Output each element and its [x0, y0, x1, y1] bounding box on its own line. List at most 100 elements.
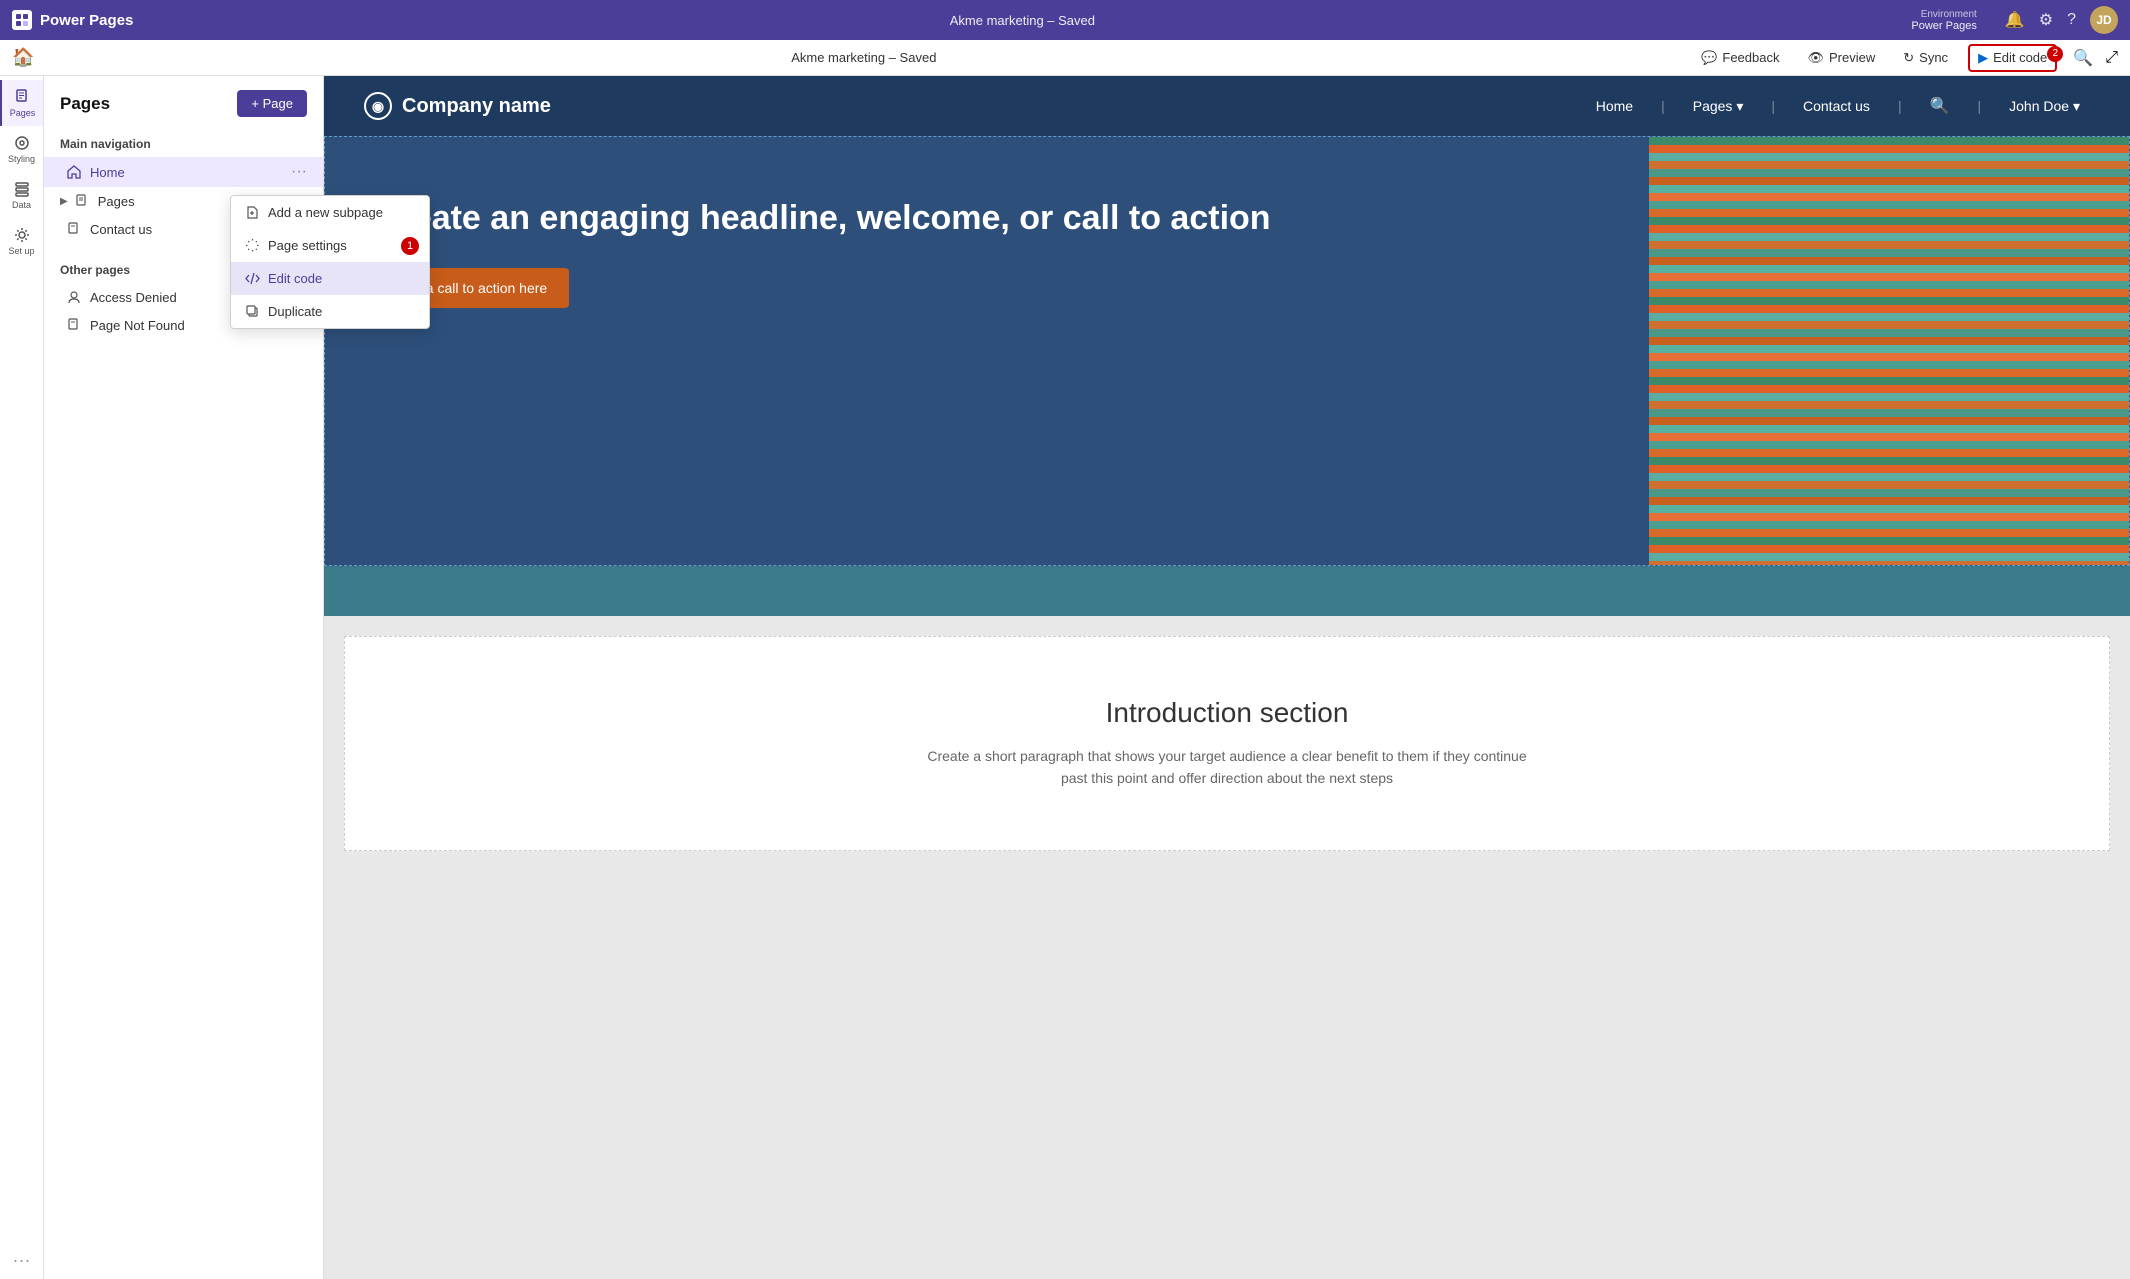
intro-title: Introduction section	[385, 697, 2069, 729]
toolbar2-center: Akme marketing – Saved	[34, 50, 1693, 65]
sync-button[interactable]: ↻ Sync	[1895, 46, 1956, 70]
contact-nav-icon	[66, 221, 82, 237]
app-logo[interactable]: Power Pages	[12, 10, 133, 30]
page-settings-label: Page settings	[268, 238, 347, 253]
home-nav-icon	[66, 164, 82, 180]
home-nav-more-button[interactable]: ···	[291, 163, 307, 181]
setup-icon	[13, 226, 31, 244]
site-navbar: ◉ Company name Home | Pages ▾ | Contact …	[324, 76, 2130, 136]
feedback-label: Feedback	[1722, 50, 1779, 65]
expand-pages-chevron[interactable]: ▶	[60, 196, 68, 207]
topbar-center: Akme marketing – Saved	[133, 13, 1911, 28]
feedback-button[interactable]: 💬 Feedback	[1693, 46, 1787, 70]
sidebar-item-setup[interactable]: Set up	[0, 218, 43, 264]
context-menu-duplicate[interactable]: Duplicate	[231, 295, 429, 328]
topbar: Power Pages Akme marketing – Saved Envir…	[0, 0, 2130, 40]
nav-link-pages[interactable]: Pages ▾	[1683, 94, 1754, 119]
sidebar-item-styling[interactable]: Styling	[0, 126, 43, 172]
nav-search-icon[interactable]: 🔍	[1920, 92, 1960, 120]
sidebar-item-data[interactable]: Data	[0, 172, 43, 218]
sidebar-icons: Pages Styling Data Set up ···	[0, 76, 44, 1279]
hero-headline: Create an engaging headline, welcome, or…	[375, 197, 1599, 240]
edit-code-icon: ▶	[1978, 50, 1988, 66]
styling-icon	[13, 134, 31, 152]
sync-label: Sync	[1919, 50, 1948, 65]
edit-code-toolbar-button[interactable]: ▶ Edit code	[1968, 44, 2057, 72]
page-settings-icon	[245, 238, 260, 253]
user-avatar[interactable]: JD	[2090, 6, 2118, 34]
main-layout: Pages Styling Data Set up ···	[0, 76, 2130, 1279]
edit-code-label: Edit code	[1993, 50, 2047, 65]
env-value: Power Pages	[1911, 20, 1976, 32]
preview-label: Preview	[1829, 50, 1875, 65]
context-menu-add-subpage[interactable]: Add a new subpage	[231, 196, 429, 229]
expand-icon[interactable]: ⤢	[2105, 49, 2118, 67]
toolbar2: 🏠 Akme marketing – Saved 💬 Feedback 👁 Pr…	[0, 40, 2130, 76]
page-not-found-label: Page Not Found	[90, 318, 185, 333]
edit-code-context-label: Edit code	[268, 271, 322, 286]
add-subpage-label: Add a new subpage	[268, 205, 383, 220]
nav-link-user[interactable]: John Doe ▾	[1999, 94, 2090, 119]
sidebar-item-pages[interactable]: Pages	[0, 80, 43, 126]
hero-left: Create an engaging headline, welcome, or…	[325, 137, 1649, 565]
nav-divider-1: |	[1651, 94, 1675, 118]
help-icon[interactable]: ?	[2067, 11, 2076, 29]
spacer-section	[324, 566, 2130, 616]
access-denied-icon	[66, 289, 82, 305]
preview-icon: 👁	[1807, 50, 1824, 66]
pages-header: Pages + Page	[44, 76, 323, 127]
hero-right	[1649, 137, 2129, 565]
page-not-found-icon	[66, 317, 82, 333]
page-settings-badge: 1	[401, 237, 419, 255]
pages-icon	[14, 88, 32, 106]
site-preview: ◉ Company name Home | Pages ▾ | Contact …	[324, 76, 2130, 1279]
topbar-right: Environment Power Pages 🔔 ⚙ ? JD	[1911, 6, 2118, 34]
home-nav-label: Home	[90, 165, 125, 180]
setup-icon-label: Set up	[8, 246, 34, 256]
add-page-button[interactable]: + Page	[237, 90, 307, 117]
more-options-icon[interactable]: ···	[5, 1242, 39, 1279]
zoom-in-icon[interactable]: 🔍	[2073, 48, 2093, 68]
context-menu-page-settings[interactable]: Page settings 1	[231, 229, 429, 262]
notification-icon[interactable]: 🔔	[2005, 10, 2025, 30]
app-name-label: Power Pages	[40, 12, 133, 29]
edit-code-badge: 2	[2047, 46, 2063, 62]
nav-item-home[interactable]: Home ···	[44, 157, 323, 187]
sync-icon: ↻	[1903, 50, 1914, 66]
pages-panel-title: Pages	[60, 94, 110, 114]
topbar-icons: 🔔 ⚙ ? JD	[2005, 6, 2118, 34]
hero-section: Create an engaging headline, welcome, or…	[324, 136, 2130, 566]
add-subpage-icon	[245, 205, 260, 220]
nav-divider-2: |	[1761, 94, 1785, 118]
pages-nav-label: Pages	[98, 194, 135, 209]
hero-image	[1649, 137, 2129, 565]
feedback-icon: 💬	[1701, 50, 1717, 66]
site-saved-label: Akme marketing – Saved	[791, 50, 936, 65]
data-icon	[13, 180, 31, 198]
context-menu-edit-code[interactable]: Edit code	[231, 262, 429, 295]
pages-nav-icon	[74, 193, 90, 209]
preview-button[interactable]: 👁 Preview	[1799, 46, 1883, 70]
intro-section: Introduction section Create a short para…	[344, 636, 2110, 851]
context-menu: Add a new subpage Page settings 1 Edit c…	[230, 195, 430, 329]
pages-icon-label: Pages	[10, 108, 36, 118]
duplicate-icon	[245, 304, 260, 319]
duplicate-label: Duplicate	[268, 304, 322, 319]
settings-icon[interactable]: ⚙	[2039, 10, 2053, 30]
data-icon-label: Data	[12, 200, 31, 210]
nav-divider-4: |	[1968, 94, 1992, 118]
app-logo-icon	[12, 10, 32, 30]
styling-icon-label: Styling	[8, 154, 35, 164]
site-brand: ◉ Company name	[364, 92, 551, 120]
intro-body: Create a short paragraph that shows your…	[927, 745, 1527, 790]
edit-code-btn-wrapper: ▶ Edit code 2	[1968, 44, 2057, 72]
home-nav-icon[interactable]: 🏠	[12, 47, 34, 68]
site-brand-name: Company name	[402, 95, 551, 118]
contact-nav-label: Contact us	[90, 222, 152, 237]
nav-link-home[interactable]: Home	[1586, 94, 1643, 118]
nav-link-contact[interactable]: Contact us	[1793, 94, 1880, 118]
site-navbar-links: Home | Pages ▾ | Contact us | 🔍 | John D…	[1586, 92, 2090, 120]
environment-block: Environment Power Pages	[1911, 9, 1976, 32]
toolbar2-right: 💬 Feedback 👁 Preview ↻ Sync ▶ Edit code …	[1693, 44, 2118, 72]
content-area[interactable]: ◉ Company name Home | Pages ▾ | Contact …	[324, 76, 2130, 1279]
